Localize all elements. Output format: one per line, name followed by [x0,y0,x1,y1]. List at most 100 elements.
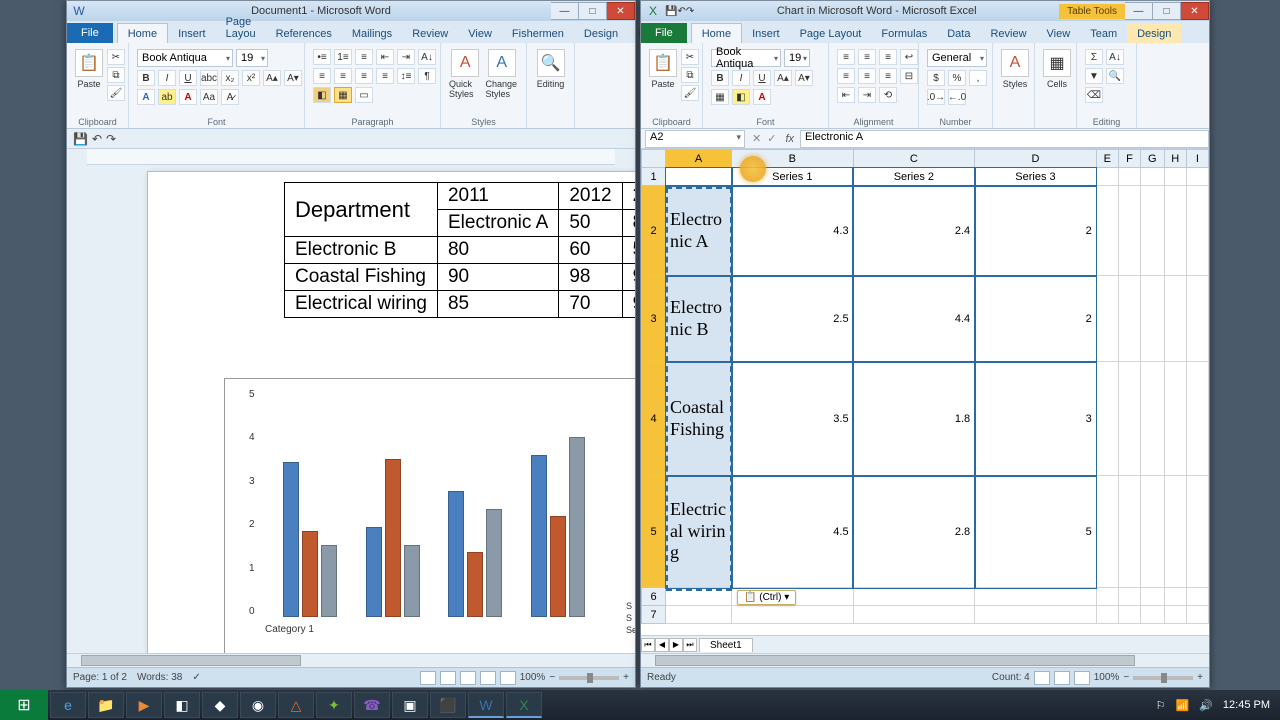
excel-grow-font-button[interactable]: A▴ [774,70,792,86]
excel-cell[interactable]: 2.8 [853,476,975,588]
excel-close-button[interactable]: ✕ [1181,2,1209,20]
excel-fill-button[interactable]: ▼ [1085,68,1103,84]
excel-cell[interactable]: Electronic B [666,276,732,362]
excel-cell[interactable]: 2 [975,186,1097,276]
word-align-left-button[interactable]: ≡ [313,68,331,84]
excel-cell[interactable]: 4.3 [732,186,854,276]
word-tab-insert[interactable]: Insert [168,24,216,43]
word-zoom-label[interactable]: 100% [520,672,546,683]
excel-horizontal-scrollbar[interactable] [641,653,1209,667]
excel-clear-button[interactable]: ⌫ [1085,87,1103,103]
excel-font-size-combo[interactable]: 19 [784,49,810,67]
excel-col-B[interactable]: B [732,150,854,168]
excel-underline-button[interactable]: U [753,70,771,86]
excel-tab-insert[interactable]: Insert [742,24,790,43]
excel-cell[interactable]: 1.8 [853,362,975,476]
excel-middle-align-button[interactable]: ≡ [858,49,876,65]
excel-bold-button[interactable]: B [711,70,729,86]
word-tab-design[interactable]: Design [574,24,628,43]
excel-currency-button[interactable]: $ [927,70,945,86]
taskbar-app-icon[interactable]: ◆ [202,692,238,718]
excel-italic-button[interactable]: I [732,70,750,86]
word-shrink-font-button[interactable]: A▾ [284,70,302,86]
excel-col-E[interactable]: E [1096,150,1118,168]
word-qat-undo-icon[interactable]: ↶ [92,132,102,146]
excel-merge-button[interactable]: ⊟ [900,68,918,84]
word-font-size-combo[interactable]: 19 [236,49,268,67]
excel-shrink-font-button[interactable]: A▾ [795,70,813,86]
word-ruler[interactable] [87,149,615,165]
excel-inc-decimal-button[interactable]: .0→ [927,89,945,105]
word-subscript-button[interactable]: x₂ [221,70,239,86]
excel-cell[interactable]: 4.5 [732,476,854,588]
taskbar-explorer-icon[interactable]: 📁 [88,692,124,718]
excel-cell[interactable]: 4.4 [853,276,975,362]
taskbar-excel-icon[interactable]: X [506,692,542,718]
word-word-count[interactable]: Words: 38 [137,672,182,683]
excel-align-left-button[interactable]: ≡ [837,68,855,84]
word-minimize-button[interactable]: — [551,2,579,20]
word-maximize-button[interactable]: □ [579,2,607,20]
excel-fill-color-button[interactable]: ◧ [732,89,750,105]
excel-cell[interactable]: 3.5 [732,362,854,476]
excel-comma-button[interactable]: , [969,70,987,86]
excel-qat-save-icon[interactable]: 💾 [665,6,677,17]
word-view-draft-button[interactable] [500,671,516,685]
excel-fx-icon[interactable]: fx [779,133,800,145]
excel-sheet-first-button[interactable]: ⏮ [641,638,655,652]
excel-tab-review[interactable]: Review [980,24,1036,43]
word-font-name-combo[interactable]: Book Antiqua [137,49,233,67]
word-borders-button[interactable]: ▦ [334,87,352,103]
excel-sheet-next-button[interactable]: ▶ [669,638,683,652]
taskbar-ie-icon[interactable]: e [50,692,86,718]
excel-cell[interactable]: Electronic A [666,186,732,276]
excel-cell[interactable]: Series 3 [975,168,1097,186]
word-text-effects-button[interactable]: A [137,89,155,105]
word-paste-button[interactable]: 📋 Paste [75,49,103,89]
taskbar-app-icon[interactable]: ▣ [392,692,428,718]
system-tray[interactable]: ⚐ 📶 🔊 12:45 PM [1146,699,1280,712]
word-close-button[interactable]: ✕ [607,2,635,20]
word-justify-button[interactable]: ≡ [376,68,394,84]
word-tab-review[interactable]: Review [402,24,458,43]
excel-align-center-button[interactable]: ≡ [858,68,876,84]
excel-inc-indent-button[interactable]: ⇥ [858,87,876,103]
tray-volume-icon[interactable]: 🔊 [1199,699,1213,712]
excel-col-F[interactable]: F [1118,150,1140,168]
excel-qat-undo-icon[interactable]: ↶ [677,6,685,17]
word-grow-font-button[interactable]: A▴ [263,70,281,86]
excel-cancel-icon[interactable]: ✕ [749,132,764,145]
taskbar-word-icon[interactable]: W [468,692,504,718]
excel-tab-formulas[interactable]: Formulas [871,24,937,43]
tray-network-icon[interactable]: 📶 [1176,699,1190,712]
excel-maximize-button[interactable]: □ [1153,2,1181,20]
word-qat-redo-icon[interactable]: ↷ [106,132,116,146]
excel-tab-pagelayout[interactable]: Page Layout [790,24,872,43]
scrollbar-thumb[interactable] [655,655,1135,666]
tray-flag-icon[interactable]: ⚐ [1156,699,1166,712]
taskbar-app-icon[interactable]: ✦ [316,692,352,718]
word-zoom-slider[interactable] [559,676,619,680]
word-chart[interactable]: 012345 Category 1 S S Series 1 [224,378,635,653]
excel-cell[interactable]: 2 [975,276,1097,362]
taskbar-app-icon[interactable]: ⬛ [430,692,466,718]
word-italic-button[interactable]: I [158,70,176,86]
excel-tab-data[interactable]: Data [937,24,980,43]
excel-row-1[interactable]: 1 [642,168,666,186]
excel-col-D[interactable]: D [975,150,1097,168]
word-horizontal-scrollbar[interactable] [67,653,635,667]
excel-name-box[interactable]: A2 [645,130,745,148]
word-bullets-button[interactable]: •≡ [313,49,331,65]
excel-cell[interactable]: 5 [975,476,1097,588]
word-align-right-button[interactable]: ≡ [355,68,373,84]
excel-paste-button[interactable]: 📋Paste [649,49,677,89]
word-tab-home[interactable]: Home [117,23,168,43]
word-view-outline-button[interactable] [480,671,496,685]
excel-qat-redo-icon[interactable]: ↷ [686,6,694,17]
start-button[interactable]: ⊞ [0,690,48,720]
excel-cells-button[interactable]: ▦Cells [1043,49,1071,89]
word-superscript-button[interactable]: x² [242,70,260,86]
excel-col-G[interactable]: G [1141,150,1165,168]
excel-percent-button[interactable]: % [948,70,966,86]
word-clear-format-button[interactable]: A̷ [221,89,239,105]
